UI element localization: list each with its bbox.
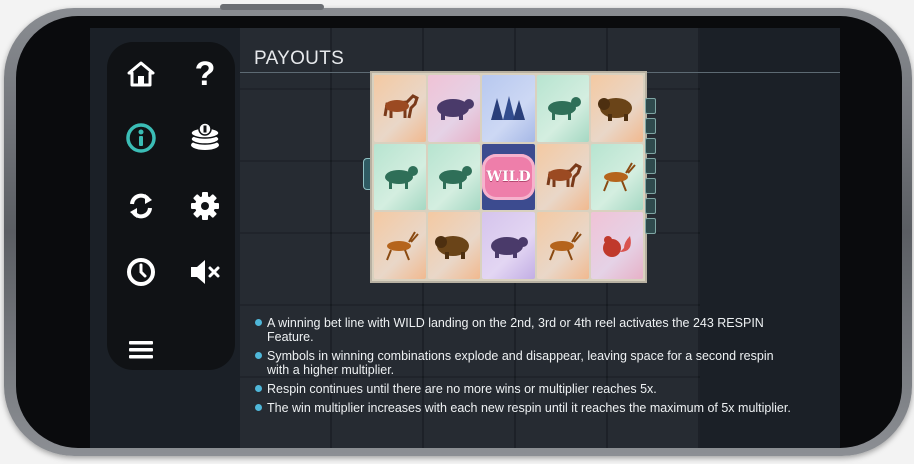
bet-button[interactable] xyxy=(183,116,227,160)
symbol-lynx xyxy=(374,143,427,211)
help-button[interactable]: ? xyxy=(183,52,227,96)
info-icon xyxy=(126,123,156,153)
reel-line-marker-right xyxy=(645,218,656,234)
home-button[interactable] xyxy=(119,52,163,96)
bullet-icon xyxy=(255,319,262,326)
rule-text: Respin continues until there are no more… xyxy=(267,382,657,396)
symbol-wolves xyxy=(482,75,535,142)
hamburger-menu-icon xyxy=(129,341,153,359)
symbol-lynx xyxy=(536,75,589,142)
refresh-icon xyxy=(130,193,152,219)
more-menu-button[interactable] xyxy=(119,328,163,372)
rule-text: The win multiplier increases with each n… xyxy=(267,401,791,415)
reel-line-marker-right xyxy=(645,118,656,134)
rule-text: A winning bet line with WILD landing on … xyxy=(267,316,764,344)
symbol-wild: WILD xyxy=(482,143,535,211)
symbol-bison xyxy=(590,75,643,142)
home-icon xyxy=(127,61,155,87)
rule-item: Respin continues until there are no more… xyxy=(255,382,795,396)
bullet-icon xyxy=(255,352,262,359)
clock-icon xyxy=(127,258,155,286)
page-title: PAYOUTS xyxy=(254,48,345,69)
symbol-bison xyxy=(428,212,481,279)
symbol-antelope xyxy=(590,143,643,211)
symbol-bear xyxy=(482,212,535,279)
symbol-squirrel xyxy=(590,212,643,279)
rule-item: A winning bet line with WILD landing on … xyxy=(255,316,795,344)
rules-list: A winning bet line with WILD landing on … xyxy=(255,316,795,420)
menu-panel: ? xyxy=(107,42,235,370)
symbol-antelope xyxy=(374,212,427,279)
symbol-moose xyxy=(536,143,589,211)
phone-side-button xyxy=(220,4,324,10)
reel-line-marker-right xyxy=(645,158,656,174)
gear-icon xyxy=(191,192,219,220)
symbol-moose xyxy=(374,75,427,142)
reel-line-marker-right xyxy=(645,98,656,114)
symbol-bear xyxy=(428,75,481,142)
rule-item: The win multiplier increases with each n… xyxy=(255,401,795,415)
reel-line-marker-right xyxy=(645,138,656,154)
symbol-antelope xyxy=(536,212,589,279)
bullet-icon xyxy=(255,404,262,411)
history-button[interactable] xyxy=(119,250,163,294)
coins-icon xyxy=(190,123,220,150)
reel-grid: WILD xyxy=(370,71,647,283)
settings-button[interactable] xyxy=(183,184,227,228)
speaker-muted-icon xyxy=(191,260,220,284)
info-button[interactable] xyxy=(119,116,163,160)
symbol-lynx xyxy=(428,143,481,211)
reel-line-marker-right xyxy=(645,198,656,214)
rule-text: Symbols in winning combinations explode … xyxy=(267,349,774,377)
sound-button[interactable] xyxy=(183,250,227,294)
bullet-icon xyxy=(255,385,262,392)
rule-item: Symbols in winning combinations explode … xyxy=(255,349,795,377)
reel-line-marker-right xyxy=(645,178,656,194)
wild-label: WILD xyxy=(482,153,535,200)
autoplay-button[interactable] xyxy=(119,184,163,228)
help-icon: ? xyxy=(194,54,216,93)
